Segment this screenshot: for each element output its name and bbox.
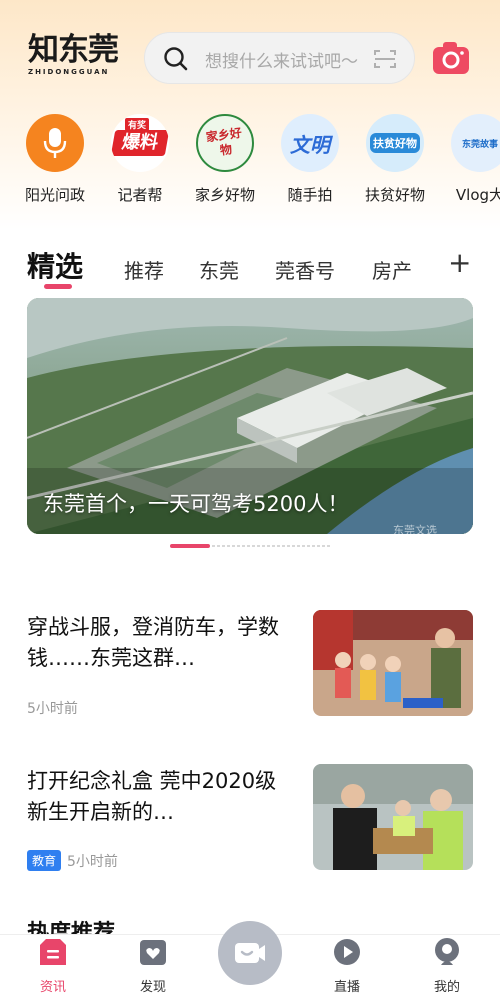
nav-zhibo[interactable]: 直播: [317, 937, 377, 995]
nav-wode[interactable]: 我的: [417, 937, 477, 995]
shortcut-label: 家乡好物: [194, 186, 255, 204]
shortcut-fupin[interactable]: 扶贫好物 扶贫好物: [350, 112, 440, 208]
news-thumbnail: [313, 764, 473, 870]
channel-tabs: 精选 推荐 东莞 莞香号 房产 +: [0, 235, 500, 295]
nav-label: 直播: [333, 980, 360, 995]
news-time: 5小时前: [67, 853, 118, 870]
nav-video-center-button[interactable]: [218, 921, 282, 985]
banner-watermark: 东莞文选: [393, 524, 437, 534]
video-icon: [235, 943, 265, 963]
nav-faxian[interactable]: 发现: [123, 937, 183, 995]
baoliao-text: 爆料: [111, 130, 169, 156]
news-item[interactable]: 打开纪念礼盒 莞中2020级新生开启新的… 教育 5小时前: [27, 764, 473, 876]
tab-dongguan[interactable]: 东莞: [199, 255, 239, 284]
shortcut-label: 随手拍: [287, 186, 333, 204]
shortcut-suishoupai[interactable]: 文明 随手拍: [265, 112, 355, 208]
fupin-icon: 扶贫好物: [366, 114, 424, 172]
logo-text: 知东莞: [28, 32, 119, 68]
wenming-icon: 文明: [281, 114, 339, 172]
news-time: 5小时前: [27, 701, 78, 717]
baoliao-icon: 有奖 爆料: [111, 114, 169, 172]
tab-fangchan[interactable]: 房产: [372, 255, 412, 284]
shortcut-yangguang[interactable]: 阳光问政: [10, 112, 100, 208]
shortcut-label: 记者帮: [117, 186, 163, 204]
vlog-icon: 东莞故事: [451, 114, 500, 172]
discover-icon: [140, 940, 166, 965]
nav-zixun[interactable]: 资讯: [23, 937, 83, 995]
profile-icon: [435, 938, 459, 965]
carousel-dot-active: [170, 544, 210, 548]
news-thumbnail: [313, 610, 473, 716]
carousel-indicator: [170, 544, 330, 548]
carousel-dot-track: [212, 545, 330, 547]
add-channel-button[interactable]: +: [448, 249, 471, 277]
live-icon: [334, 939, 360, 965]
news-meta: 教育 5小时前: [27, 850, 118, 871]
featured-banner[interactable]: 东莞首个，一天可驾考5200人！ 东莞文选: [27, 298, 473, 534]
shortcut-label: Vlog大: [455, 186, 500, 204]
nav-label: 资讯: [39, 980, 66, 995]
tab-active-indicator: [44, 284, 72, 289]
scan-icon[interactable]: [373, 48, 397, 70]
vlog-text: 东莞故事: [461, 139, 498, 150]
nav-label: 发现: [139, 980, 166, 995]
app-logo: 知东莞 ZHIDONGGUAN: [28, 34, 128, 78]
news-title: 穿战斗服，登消防车，学数钱……东莞这群…: [27, 615, 279, 670]
banner-caption: 东莞首个，一天可驾考5200人！: [43, 492, 349, 516]
search-bar[interactable]: 想搜什么来试试吧～: [144, 32, 415, 84]
search-placeholder: 想搜什么来试试吧～: [205, 52, 358, 72]
camera-icon[interactable]: [432, 41, 470, 75]
nav-label: 我的: [433, 980, 460, 995]
news-icon: [40, 939, 66, 965]
news-meta: 5小时前: [27, 698, 78, 718]
news-item[interactable]: 穿战斗服，登消防车，学数钱……东莞这群… 5小时前: [27, 610, 473, 722]
news-category-tag: 教育: [27, 850, 62, 871]
jiaxiang-text: 家乡好物: [205, 125, 243, 158]
shortcut-jizhebang[interactable]: 有奖 爆料 记者帮: [95, 112, 185, 208]
microphone-icon: [26, 114, 84, 172]
tab-jingxuan[interactable]: 精选: [27, 245, 83, 285]
section-heading-peek: 热度推荐: [27, 921, 116, 934]
wenming-text: 文明: [290, 132, 330, 157]
shortcut-label: 阳光问政: [24, 186, 85, 204]
bottom-navigation: 资讯 发现 直播 我的: [0, 921, 500, 1006]
shortcut-label: 扶贫好物: [364, 186, 425, 204]
fupin-text: 扶贫好物: [370, 133, 420, 153]
tab-tuijian[interactable]: 推荐: [124, 255, 164, 284]
app-header: 知东莞 ZHIDONGGUAN 想搜什么来试试吧～: [0, 0, 500, 110]
jiaxiang-icon: 家乡好物: [196, 114, 254, 172]
news-title: 打开纪念礼盒 莞中2020级新生开启新的…: [27, 769, 277, 824]
shortcut-jiaxiang[interactable]: 家乡好物 家乡好物: [180, 112, 270, 208]
shortcut-vlog[interactable]: 东莞故事 Vlog大: [435, 112, 500, 208]
search-icon: [164, 47, 188, 71]
shortcut-row: 阳光问政 有奖 爆料 记者帮 家乡好物 家乡好物 文明 随手拍 扶贫好物 扶贫好…: [0, 112, 500, 212]
tab-guanxianghao[interactable]: 莞香号: [275, 255, 335, 284]
logo-subtext: ZHIDONGGUAN: [28, 68, 110, 76]
